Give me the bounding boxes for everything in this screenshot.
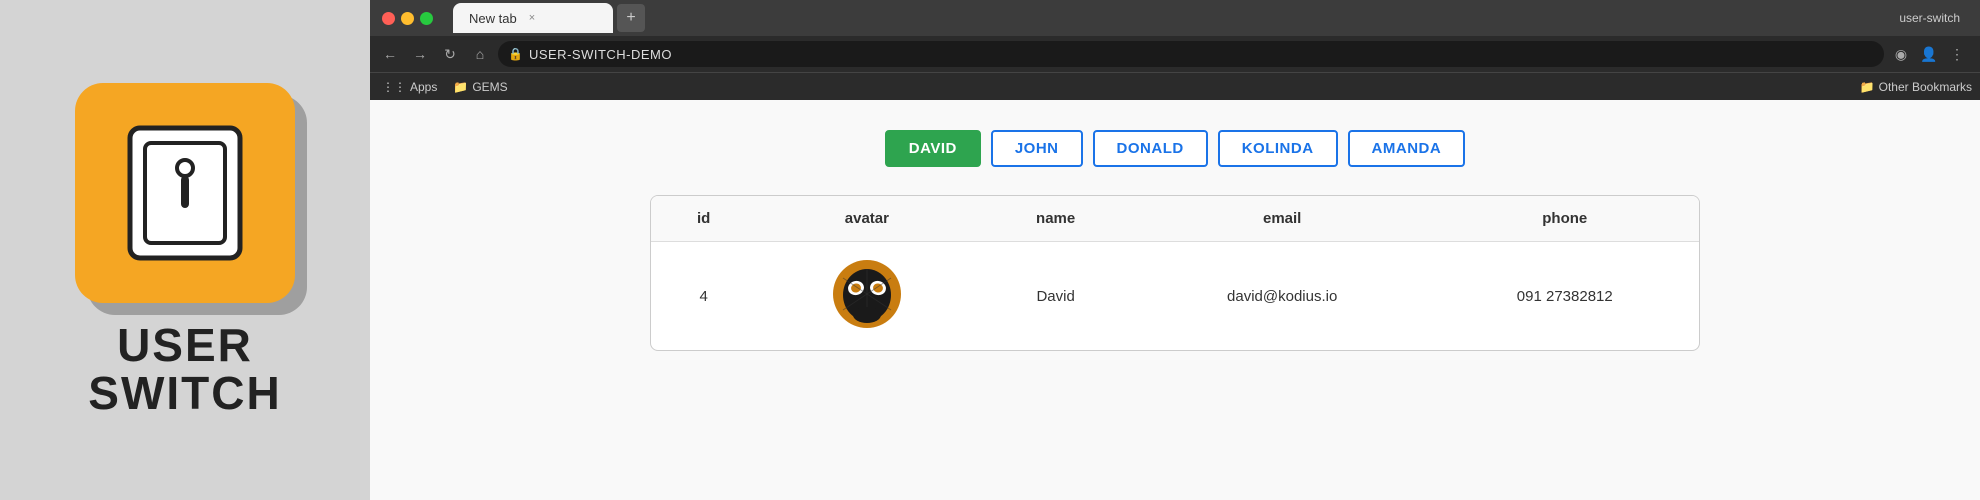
col-id: id bbox=[651, 196, 756, 242]
user-btn-kolinda[interactable]: KOLINDA bbox=[1218, 130, 1338, 167]
address-bar[interactable]: 🔒 USER-SWITCH-DEMO bbox=[498, 41, 1884, 67]
window-title: user-switch bbox=[1899, 11, 1968, 25]
menu-button[interactable]: ⋮ bbox=[1946, 43, 1968, 65]
profile-button[interactable]: 👤 bbox=[1918, 43, 1940, 65]
browser-panel: New tab × + user-switch ← → ↻ ⌂ 🔒 USER-S… bbox=[370, 0, 1980, 500]
cell-avatar bbox=[756, 242, 977, 351]
bookmark-gems[interactable]: 📁 GEMS bbox=[449, 78, 511, 96]
home-button[interactable]: ⌂ bbox=[468, 42, 492, 66]
data-table-wrap: id avatar name email phone 4 bbox=[650, 195, 1700, 351]
back-button[interactable]: ← bbox=[378, 42, 402, 66]
user-btn-john[interactable]: JOHN bbox=[991, 130, 1083, 167]
spiderman-avatar-icon bbox=[831, 258, 903, 330]
data-table: id avatar name email phone 4 bbox=[651, 196, 1699, 350]
bookmark-apps-label: Apps bbox=[410, 80, 437, 94]
cell-phone: 091 27382812 bbox=[1431, 242, 1699, 351]
user-btn-donald[interactable]: DONALD bbox=[1093, 130, 1208, 167]
new-tab-button[interactable]: + bbox=[617, 4, 645, 32]
reload-button[interactable]: ↻ bbox=[438, 42, 462, 66]
cell-id: 4 bbox=[651, 242, 756, 351]
extensions-button[interactable]: ◉ bbox=[1890, 43, 1912, 65]
close-traffic-light[interactable] bbox=[382, 12, 395, 25]
tab-close-button[interactable]: × bbox=[529, 12, 535, 24]
logo-title: USER SWITCH bbox=[88, 321, 281, 418]
active-tab[interactable]: New tab × bbox=[453, 3, 613, 33]
browser-addressbar: ← → ↻ ⌂ 🔒 USER-SWITCH-DEMO ◉ 👤 ⋮ bbox=[370, 36, 1980, 72]
browser-titlebar: New tab × + user-switch bbox=[370, 0, 1980, 36]
switch-icon bbox=[105, 113, 265, 273]
browser-content: DAVID JOHN DONALD KOLINDA AMANDA id avat… bbox=[370, 100, 1980, 500]
col-phone: phone bbox=[1431, 196, 1699, 242]
cell-email: david@kodius.io bbox=[1134, 242, 1431, 351]
cell-name: David bbox=[977, 242, 1133, 351]
logo-box bbox=[75, 83, 295, 303]
other-bookmarks-label: Other Bookmarks bbox=[1879, 80, 1972, 94]
bookmark-gems-label: GEMS bbox=[472, 80, 507, 94]
user-buttons: DAVID JOHN DONALD KOLINDA AMANDA bbox=[885, 130, 1465, 167]
lock-icon: 🔒 bbox=[508, 47, 523, 61]
tab-bar: New tab × + bbox=[453, 3, 1891, 33]
browser-actions: ◉ 👤 ⋮ bbox=[1890, 43, 1972, 65]
col-avatar: avatar bbox=[756, 196, 977, 242]
user-btn-amanda[interactable]: AMANDA bbox=[1348, 130, 1466, 167]
left-panel: USER SWITCH bbox=[0, 0, 370, 500]
traffic-lights bbox=[382, 12, 433, 25]
col-name: name bbox=[977, 196, 1133, 242]
table-header-row: id avatar name email phone bbox=[651, 196, 1699, 242]
bookmark-apps[interactable]: ⋮⋮ Apps bbox=[378, 78, 441, 96]
apps-grid-icon: ⋮⋮ bbox=[382, 80, 406, 94]
address-text: USER-SWITCH-DEMO bbox=[529, 47, 1874, 62]
col-email: email bbox=[1134, 196, 1431, 242]
user-btn-david[interactable]: DAVID bbox=[885, 130, 981, 167]
table-row: 4 bbox=[651, 242, 1699, 351]
other-bookmarks[interactable]: 📁 Other Bookmarks bbox=[1860, 80, 1972, 94]
folder-icon-other: 📁 bbox=[1860, 80, 1875, 94]
minimize-traffic-light[interactable] bbox=[401, 12, 414, 25]
bookmarks-bar: ⋮⋮ Apps 📁 GEMS 📁 Other Bookmarks bbox=[370, 72, 1980, 100]
forward-button[interactable]: → bbox=[408, 42, 432, 66]
maximize-traffic-light[interactable] bbox=[420, 12, 433, 25]
folder-icon: 📁 bbox=[453, 80, 468, 94]
tab-label: New tab bbox=[469, 11, 517, 26]
